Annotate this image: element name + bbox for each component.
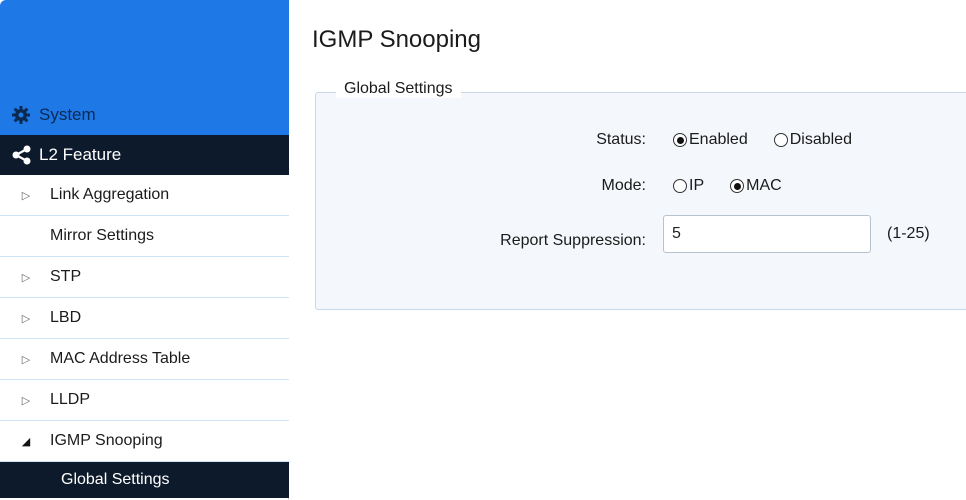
- sidebar-item-mac-address-table[interactable]: ▷ MAC Address Table: [0, 339, 289, 380]
- sidebar-item-label: MAC Address Table: [50, 350, 191, 367]
- report-suppression-input[interactable]: [663, 215, 871, 253]
- sidebar-menu: ▷ Link Aggregation Mirror Settings ▷ STP…: [0, 175, 289, 498]
- mode-radio-group: IP MAC: [673, 177, 808, 195]
- report-suppression-range: (1-25): [887, 225, 930, 242]
- status-enabled-label: Enabled: [689, 131, 748, 148]
- expand-arrow-icon: ▷: [21, 394, 31, 407]
- sidebar-item-label: STP: [50, 268, 82, 285]
- sidebar-item-l2-feature-label: L2 Feature: [39, 145, 122, 164]
- sidebar-subitem-global-settings[interactable]: Global Settings: [0, 462, 289, 498]
- status-radio-group: Enabled Disabled: [673, 131, 878, 149]
- mode-mac-radio[interactable]: MAC: [730, 177, 782, 195]
- collapse-arrow-icon: ◢: [21, 435, 31, 448]
- radio-selected-icon: [673, 133, 687, 147]
- mode-ip-label: IP: [689, 177, 705, 194]
- status-label: Status:: [596, 131, 646, 148]
- report-suppression-label: Report Suppression:: [500, 232, 646, 249]
- sidebar-item-label: Mirror Settings: [50, 227, 155, 244]
- sidebar-item-system-label: System: [39, 105, 96, 124]
- sidebar-item-label: IGMP Snooping: [50, 432, 163, 449]
- main-content: IGMP Snooping Global Settings Status: En…: [289, 0, 966, 500]
- sidebar-subitem-label: Global Settings: [61, 471, 170, 488]
- status-disabled-radio[interactable]: Disabled: [773, 131, 852, 149]
- sidebar-item-label: LBD: [50, 309, 82, 326]
- global-settings-group: [315, 92, 966, 310]
- mode-mac-label: MAC: [746, 177, 782, 194]
- sidebar-item-stp[interactable]: ▷ STP: [0, 257, 289, 298]
- sidebar: System L2 Feature ▷ Link Aggregation Mir…: [0, 0, 289, 500]
- status-disabled-label: Disabled: [789, 131, 852, 148]
- gear-icon: [11, 105, 31, 125]
- sidebar-item-igmp-snooping[interactable]: ◢ IGMP Snooping: [0, 421, 289, 462]
- radio-unselected-icon: [673, 179, 687, 193]
- group-legend: Global Settings: [336, 80, 461, 98]
- share-icon: [11, 145, 33, 165]
- mode-label: Mode:: [601, 177, 646, 194]
- sidebar-item-label: Link Aggregation: [50, 186, 170, 203]
- expand-arrow-icon: ▷: [21, 189, 31, 202]
- status-enabled-radio[interactable]: Enabled: [673, 131, 748, 149]
- sidebar-item-label: LLDP: [50, 391, 91, 408]
- expand-arrow-icon: ▷: [21, 353, 31, 366]
- mode-ip-radio[interactable]: IP: [673, 177, 704, 195]
- radio-unselected-icon: [773, 133, 788, 147]
- expand-arrow-icon: ▷: [21, 271, 31, 284]
- sidebar-item-lldp[interactable]: ▷ LLDP: [0, 380, 289, 421]
- sidebar-item-mirror-settings[interactable]: Mirror Settings: [0, 216, 289, 257]
- radio-selected-icon: [730, 179, 745, 193]
- page-title: IGMP Snooping: [312, 26, 481, 53]
- sidebar-item-system[interactable]: System: [0, 95, 289, 135]
- sidebar-item-l2-feature[interactable]: L2 Feature: [0, 135, 289, 175]
- sidebar-item-lbd[interactable]: ▷ LBD: [0, 298, 289, 339]
- sidebar-item-link-aggregation[interactable]: ▷ Link Aggregation: [0, 175, 289, 216]
- expand-arrow-icon: ▷: [21, 312, 31, 325]
